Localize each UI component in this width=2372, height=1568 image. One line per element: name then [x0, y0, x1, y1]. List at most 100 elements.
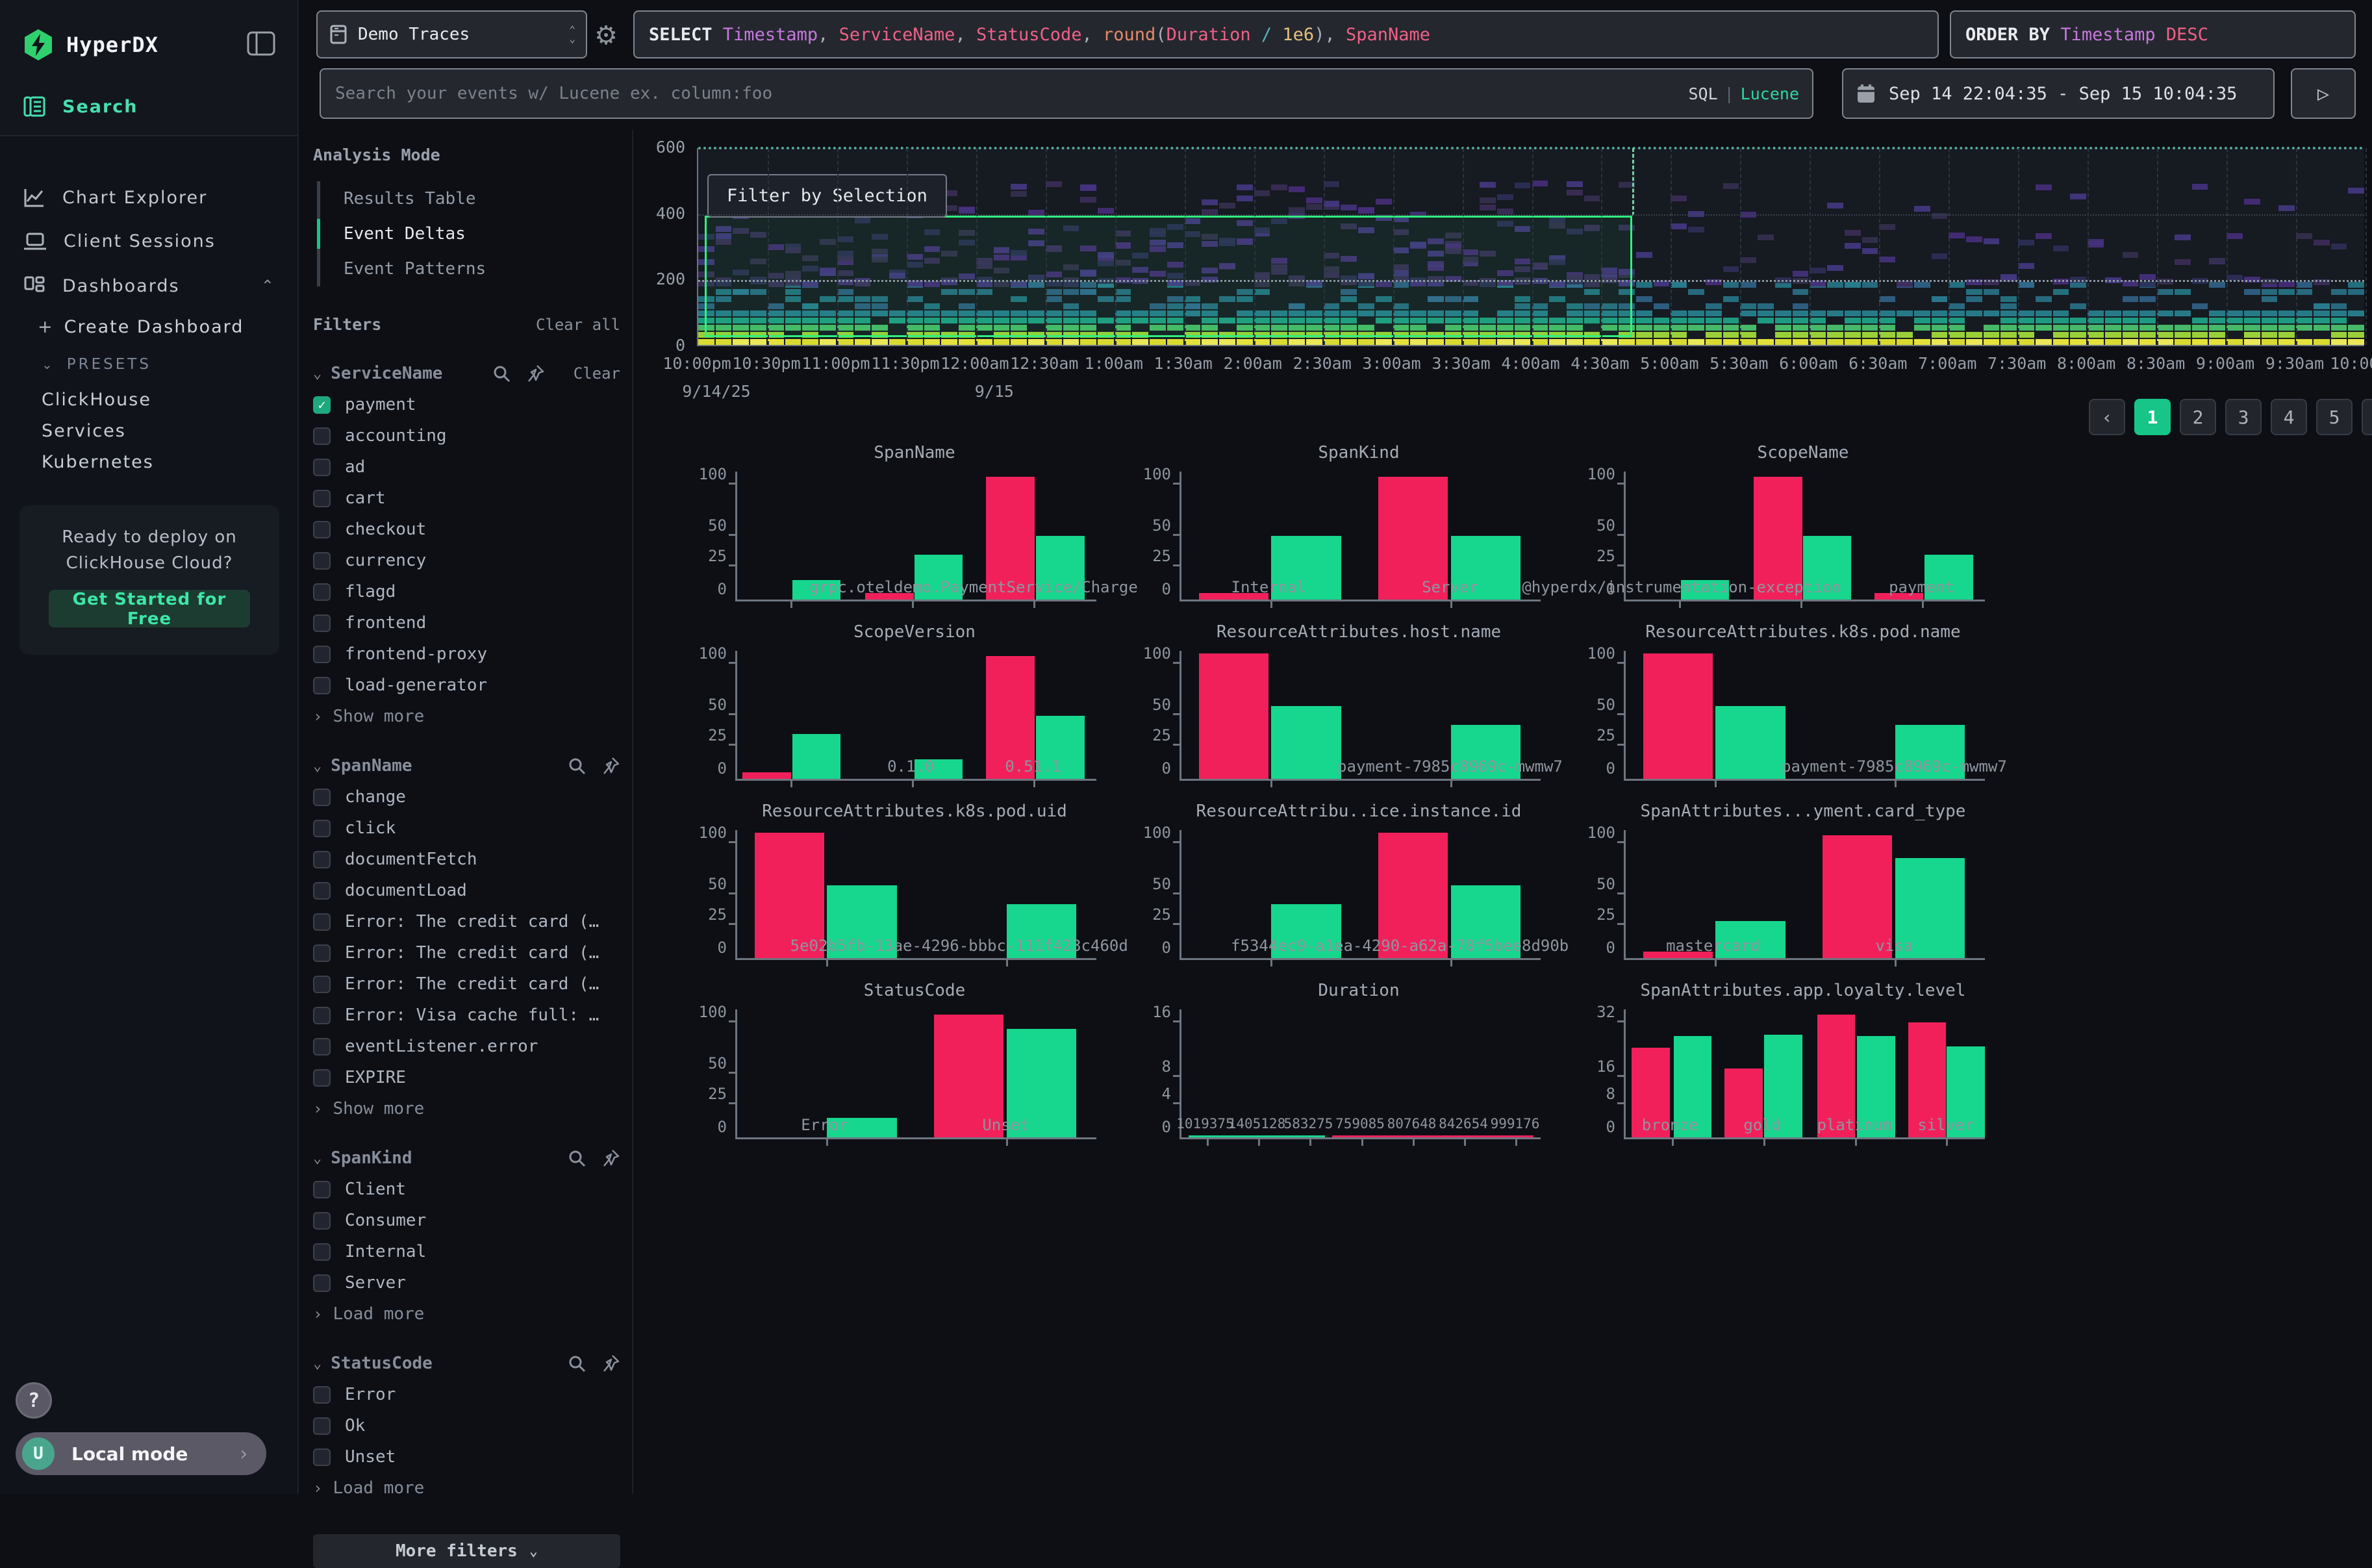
filter-option-frontend[interactable]: frontend	[313, 613, 620, 633]
sidebar-item-client-sessions[interactable]: Client Sessions	[23, 231, 216, 251]
search-icon[interactable]	[492, 364, 511, 383]
filter-option-error-visa-cache-full-[interactable]: Error: Visa cache full: …	[313, 1005, 620, 1025]
delta-chart-resourceattribu-ice-instance-id[interactable]: ResourceAttribu..ice.instance.id10050250…	[1125, 802, 1569, 981]
analysis-mode-event-patterns[interactable]: Event Patterns	[320, 251, 620, 286]
page-button-1[interactable]: 1	[2134, 399, 2171, 435]
filter-option-ok[interactable]: Ok	[313, 1416, 620, 1435]
date-range-picker[interactable]: Sep 14 22:04:35 - Sep 15 10:04:35	[1842, 68, 2275, 119]
source-select[interactable]: Demo Traces ⌃⌄	[316, 10, 587, 58]
clear-filter-button[interactable]: Clear	[574, 364, 620, 383]
checkbox[interactable]	[313, 976, 331, 993]
delta-chart-scopename[interactable]: ScopeName10050250@hyperdx/instrumentatio…	[1569, 443, 2013, 622]
sidebar-collapse-icon[interactable]	[247, 31, 275, 56]
filter-option-change[interactable]: change	[313, 787, 620, 807]
filter-by-selection-button[interactable]: Filter by Selection	[707, 174, 947, 218]
filter-option-cart[interactable]: cart	[313, 488, 620, 508]
sidebar-item-services[interactable]: Services	[42, 421, 126, 441]
query-language-toggle[interactable]: SQL|Lucene	[1688, 84, 1799, 103]
checkbox[interactable]	[313, 851, 331, 868]
checkbox[interactable]	[313, 1448, 331, 1466]
search-icon[interactable]	[567, 1148, 587, 1168]
checkbox[interactable]	[313, 1243, 331, 1261]
filter-section-header-servicename[interactable]: ⌄ServiceNameClear	[313, 364, 620, 383]
get-started-button[interactable]: Get Started for Free	[49, 590, 250, 627]
checkbox[interactable]	[313, 521, 331, 538]
run-query-button[interactable]: ▷	[2291, 68, 2356, 119]
filter-option-error-the-credit-card-[interactable]: Error: The credit card (…	[313, 974, 620, 994]
user-menu[interactable]: U Local mode ›	[16, 1432, 266, 1475]
filter-section-header-spankind[interactable]: ⌄SpanKind	[313, 1148, 620, 1168]
filter-option-documentload[interactable]: documentLoad	[313, 881, 620, 900]
checkbox[interactable]	[313, 614, 331, 632]
delta-chart-scopeversion[interactable]: ScopeVersion100502500.1.00.51.1	[681, 622, 1125, 802]
page-button-5[interactable]: 5	[2316, 399, 2353, 435]
filter-option-click[interactable]: click	[313, 818, 620, 838]
filter-option-payment[interactable]: ✓payment	[313, 395, 620, 414]
load-more-button[interactable]: ›Load more	[313, 1304, 620, 1324]
checkbox[interactable]	[313, 677, 331, 694]
filter-section-header-statuscode[interactable]: ⌄StatusCode	[313, 1354, 620, 1373]
filter-option-consumer[interactable]: Consumer	[313, 1211, 620, 1230]
sql-select-editor[interactable]: SELECT Timestamp, ServiceName, StatusCod…	[633, 10, 1939, 58]
gear-icon[interactable]: ⚙	[590, 19, 622, 52]
filter-option-unset[interactable]: Unset	[313, 1447, 620, 1467]
checkbox[interactable]	[313, 490, 331, 507]
delta-chart-resourceattributes-k8s-pod-name[interactable]: ResourceAttributes.k8s.pod.name10050250p…	[1569, 622, 2013, 802]
filter-option-accounting[interactable]: accounting	[313, 426, 620, 446]
checkbox[interactable]	[313, 1069, 331, 1087]
filter-option-error[interactable]: Error	[313, 1385, 620, 1404]
search-icon[interactable]	[567, 756, 587, 776]
search-icon[interactable]	[567, 1354, 587, 1373]
clear-all-button[interactable]: Clear all	[536, 316, 620, 334]
sidebar-item-search[interactable]: Search	[23, 96, 138, 117]
delta-chart-resourceattributes-k8s-pod-uid[interactable]: ResourceAttributes.k8s.pod.uid100502505e…	[681, 802, 1125, 981]
checkbox-checked[interactable]: ✓	[313, 396, 331, 414]
filter-option-expire[interactable]: EXPIRE	[313, 1068, 620, 1087]
page-button-4[interactable]: 4	[2271, 399, 2307, 435]
delta-chart-spankind[interactable]: SpanKind10050250InternalServer	[1125, 443, 1569, 622]
sidebar-item-kubernetes[interactable]: Kubernetes	[42, 452, 154, 472]
pin-icon[interactable]	[601, 1354, 620, 1373]
delta-chart-spanname[interactable]: SpanName10050250grpc.oteldemo.PaymentSer…	[681, 443, 1125, 622]
analysis-mode-results-table[interactable]: Results Table	[320, 181, 620, 216]
page-next-button[interactable]: ›	[2362, 399, 2372, 435]
more-filters-button[interactable]: More filters ⌄	[313, 1534, 620, 1568]
show-more-button[interactable]: ›Show more	[313, 1099, 620, 1119]
checkbox[interactable]	[313, 1417, 331, 1435]
delta-chart-resourceattributes-host-name[interactable]: ResourceAttributes.host.name10050250paym…	[1125, 622, 1569, 802]
checkbox[interactable]	[313, 459, 331, 476]
pin-icon[interactable]	[601, 1148, 620, 1168]
create-dashboard-button[interactable]: +Create Dashboard	[38, 317, 244, 337]
checkbox[interactable]	[313, 1038, 331, 1056]
filter-section-header-spanname[interactable]: ⌄SpanName	[313, 756, 620, 776]
checkbox[interactable]	[313, 646, 331, 663]
page-button-3[interactable]: 3	[2225, 399, 2262, 435]
checkbox[interactable]	[313, 789, 331, 806]
presets-toggle[interactable]: ⌄ PRESETS	[42, 356, 151, 373]
filter-option-error-the-credit-card-[interactable]: Error: The credit card (…	[313, 912, 620, 931]
load-more-button[interactable]: ›Load more	[313, 1478, 620, 1498]
help-button[interactable]: ?	[16, 1382, 52, 1419]
checkbox[interactable]	[313, 882, 331, 900]
sidebar-item-dashboards[interactable]: Dashboards ⌃	[23, 275, 275, 296]
page-prev-button[interactable]: ‹	[2089, 399, 2125, 435]
filter-option-checkout[interactable]: checkout	[313, 520, 620, 539]
delta-chart-duration[interactable]: Duration16840101937514051285832757590858…	[1125, 981, 1569, 1160]
filter-option-server[interactable]: Server	[313, 1273, 620, 1293]
checkbox[interactable]	[313, 427, 331, 445]
checkbox[interactable]	[313, 1386, 331, 1404]
filter-option-currency[interactable]: currency	[313, 551, 620, 570]
filter-option-eventlistener-error[interactable]: eventListener.error	[313, 1037, 620, 1056]
pin-icon[interactable]	[525, 364, 545, 383]
lang-sql[interactable]: SQL	[1688, 84, 1717, 103]
lang-lucene[interactable]: Lucene	[1741, 84, 1799, 103]
pin-icon[interactable]	[601, 756, 620, 776]
filter-option-ad[interactable]: ad	[313, 457, 620, 477]
sidebar-item-chart-explorer[interactable]: Chart Explorer	[23, 187, 207, 208]
filter-option-error-the-credit-card-[interactable]: Error: The credit card (…	[313, 943, 620, 963]
sidebar-item-clickhouse[interactable]: ClickHouse	[42, 390, 151, 410]
checkbox[interactable]	[313, 1181, 331, 1198]
checkbox[interactable]	[313, 583, 331, 601]
checkbox[interactable]	[313, 1274, 331, 1292]
checkbox[interactable]	[313, 552, 331, 570]
